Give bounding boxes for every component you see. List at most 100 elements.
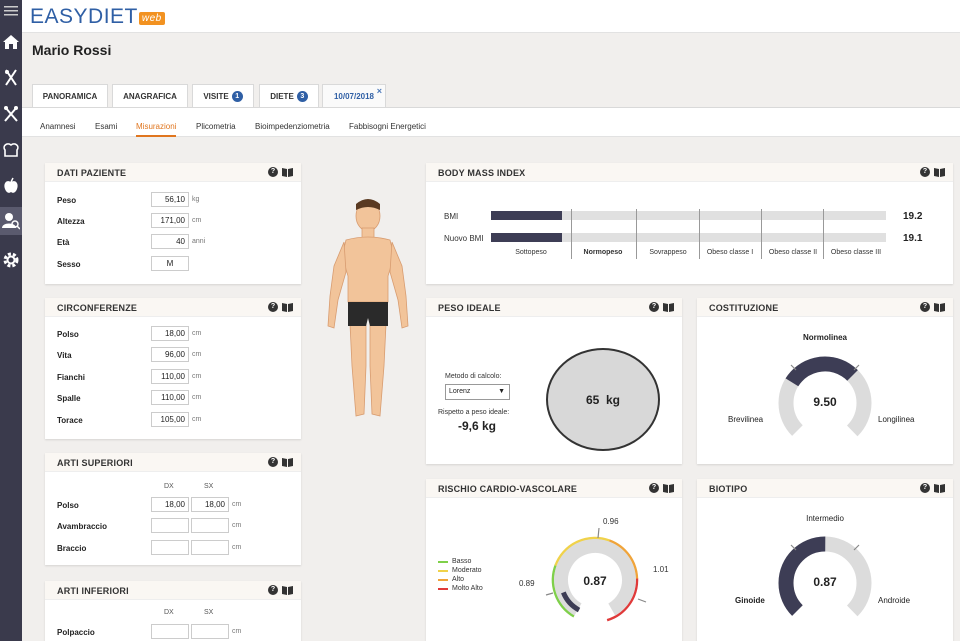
unit-label: cm xyxy=(192,416,202,423)
tab-panoramica[interactable]: PANORAMICA xyxy=(32,84,108,107)
book-icon[interactable] xyxy=(663,483,674,493)
help-icon[interactable]: ? xyxy=(268,457,278,467)
sidebar xyxy=(0,0,22,641)
field-label: Vita xyxy=(57,351,72,360)
unit-label: kg xyxy=(192,196,200,203)
card-title: CIRCONFERENZE xyxy=(57,303,138,313)
book-icon[interactable] xyxy=(282,457,293,467)
vita-field[interactable]: 96,00 xyxy=(151,347,189,362)
field-label: Braccio xyxy=(57,544,87,553)
card-title: RISCHIO CARDIO-VASCOLARE xyxy=(438,484,578,494)
sesso-field[interactable]: M xyxy=(151,256,189,271)
field-label: Fianchi xyxy=(57,373,86,382)
column-header-sx: SX xyxy=(204,483,214,490)
subtab-esami[interactable]: Esami xyxy=(95,122,117,131)
book-icon[interactable] xyxy=(934,483,945,493)
tools-icon[interactable] xyxy=(0,100,22,128)
peso-field[interactable]: 56,10 xyxy=(151,192,189,207)
field-label: Polso xyxy=(57,330,79,339)
home-icon[interactable] xyxy=(0,28,22,56)
biotipo-card: BIOTIPO ? Intermedio 0.87 Ginoide Androi… xyxy=(697,479,953,641)
subtab-bioimpedenziometria[interactable]: Bioimpedenziometria xyxy=(255,122,330,131)
help-icon[interactable]: ? xyxy=(268,585,278,595)
field-label: Polso xyxy=(57,501,79,510)
cutlery-icon[interactable] xyxy=(0,64,22,92)
avambraccio-dx-field[interactable] xyxy=(151,518,189,533)
gear-icon[interactable] xyxy=(0,246,22,274)
altezza-field[interactable]: 171,00 xyxy=(151,213,189,228)
bmi-category: Obeso classe III xyxy=(830,249,882,256)
spalle-field[interactable]: 110,00 xyxy=(151,390,189,405)
unit-label: cm xyxy=(192,217,202,224)
rispetto-label: Rispetto a peso ideale: xyxy=(438,409,510,416)
unit-label: cm xyxy=(192,351,202,358)
help-icon[interactable]: ? xyxy=(920,167,930,177)
menu-icon[interactable] xyxy=(0,0,22,22)
polpaccio-sx-field[interactable] xyxy=(191,624,229,639)
chef-hat-icon[interactable] xyxy=(0,136,22,164)
help-icon[interactable]: ? xyxy=(268,167,278,177)
bmi-bar-track xyxy=(491,211,886,220)
help-icon[interactable]: ? xyxy=(920,483,930,493)
legend-swatch xyxy=(438,578,448,581)
unit-label: cm xyxy=(232,544,242,551)
chevron-down-icon: ▼ xyxy=(498,388,505,395)
torace-field[interactable]: 105,00 xyxy=(151,412,189,427)
polso-dx-field[interactable]: 18,00 xyxy=(151,497,189,512)
help-icon[interactable]: ? xyxy=(268,302,278,312)
avambraccio-sx-field[interactable] xyxy=(191,518,229,533)
nuovo-bmi-label: Nuovo BMI xyxy=(444,234,484,243)
bmi-value: 19.2 xyxy=(903,211,923,222)
help-icon[interactable]: ? xyxy=(920,302,930,312)
close-icon[interactable]: × xyxy=(377,86,382,96)
tab-anagrafica[interactable]: ANAGRAFICA xyxy=(112,84,188,107)
book-icon[interactable] xyxy=(934,302,945,312)
polso-field[interactable]: 18,00 xyxy=(151,326,189,341)
app-logo[interactable]: EASYDIET web xyxy=(30,5,165,29)
nuovo-bmi-bar-fill xyxy=(491,233,563,242)
field-label: Polpaccio xyxy=(57,628,95,637)
polso-sx-field[interactable]: 18,00 xyxy=(191,497,229,512)
card-title: ARTI SUPERIORI xyxy=(57,458,133,468)
field-label: Sesso xyxy=(57,260,81,269)
arti-inferiori-card: ARTI INFERIORI ? DX SX Polpaccio cm xyxy=(45,581,301,641)
apple-icon[interactable] xyxy=(0,172,22,200)
unit-label: cm xyxy=(192,373,202,380)
subtab-misurazioni[interactable]: Misurazioni xyxy=(136,122,177,137)
polpaccio-dx-field[interactable] xyxy=(151,624,189,639)
book-icon[interactable] xyxy=(282,302,293,312)
subtab-fabbisogni-energetici[interactable]: Fabbisogni Energetici xyxy=(349,122,426,131)
unit-label: cm xyxy=(232,501,242,508)
tab-diete[interactable]: DIETE 3 xyxy=(259,84,319,107)
braccio-dx-field[interactable] xyxy=(151,540,189,555)
visite-count-badge: 1 xyxy=(231,90,243,102)
user-search-icon[interactable] xyxy=(0,207,22,235)
subtab-anamnesi[interactable]: Anamnesi xyxy=(40,122,76,131)
unit-label: cm xyxy=(232,522,242,529)
book-icon[interactable] xyxy=(282,585,293,595)
diff-value: -9,6 kg xyxy=(458,419,497,433)
arti-superiori-card: ARTI SUPERIORI ? DX SX Polso 18,00 18,00… xyxy=(45,453,301,565)
card-title: DATI PAZIENTE xyxy=(57,168,127,178)
help-icon[interactable]: ? xyxy=(649,302,659,312)
fianchi-field[interactable]: 110,00 xyxy=(151,369,189,384)
ideal-weight-value: 65 kg xyxy=(585,393,621,407)
rischio-mark-right: 1.01 xyxy=(653,565,669,574)
unit-label: cm xyxy=(232,628,242,635)
field-label: Torace xyxy=(57,416,83,425)
unit-label: cm xyxy=(192,394,202,401)
tab-visite[interactable]: VISITE 1 xyxy=(192,84,254,107)
book-icon[interactable] xyxy=(282,167,293,177)
biotipo-value: 0.87 xyxy=(813,575,837,589)
metodo-select[interactable]: Lorenz ▼ xyxy=(445,384,510,400)
nuovo-bmi-value: 19.1 xyxy=(903,233,923,244)
tab-visit-date[interactable]: 10/07/2018 × xyxy=(322,84,386,107)
braccio-sx-field[interactable] xyxy=(191,540,229,555)
bmi-category: Sottopeso xyxy=(515,249,547,256)
eta-field[interactable]: 40 xyxy=(151,234,189,249)
book-icon[interactable] xyxy=(934,167,945,177)
column-header-sx: SX xyxy=(204,609,214,616)
help-icon[interactable]: ? xyxy=(649,483,659,493)
subtab-plicometria[interactable]: Plicometria xyxy=(196,122,236,131)
book-icon[interactable] xyxy=(663,302,674,312)
